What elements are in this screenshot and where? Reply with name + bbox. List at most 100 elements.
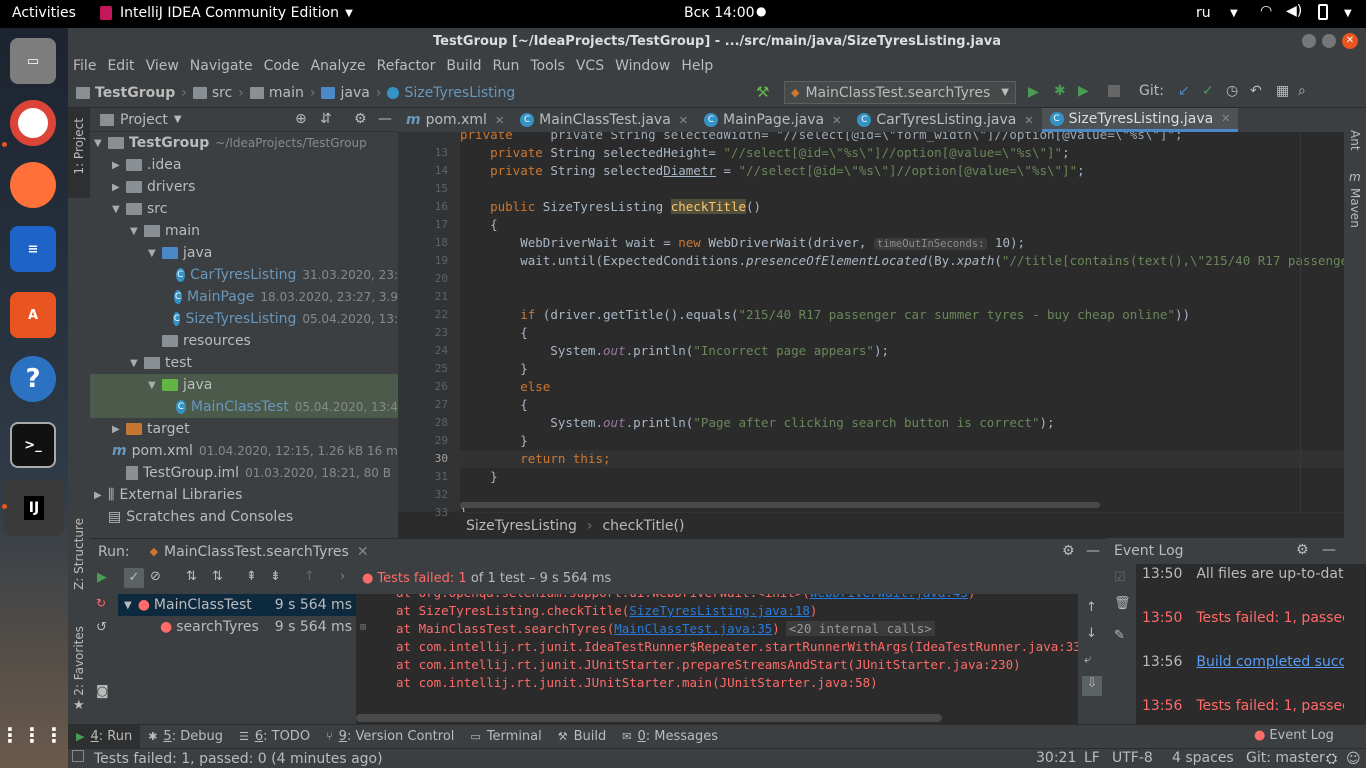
tree-item[interactable]: ▼ main xyxy=(90,220,398,242)
caret-position[interactable]: 30:21 xyxy=(1036,750,1076,766)
help-icon[interactable]: ? xyxy=(10,356,56,402)
git-branch[interactable]: Git: master xyxy=(1246,750,1325,766)
internal-calls-badge[interactable]: <20 internal calls> xyxy=(785,621,935,636)
menu-file[interactable]: File xyxy=(73,58,96,74)
battery-icon[interactable] xyxy=(1318,4,1328,20)
tree-item[interactable]: TestGroup.iml 01.03.2020, 18:21, 80 B xyxy=(90,462,398,484)
run-tab[interactable]: MainClassTest.searchTyres xyxy=(164,544,349,560)
menu-edit[interactable]: Edit xyxy=(107,58,134,74)
camera-icon[interactable]: ◙ xyxy=(96,684,109,699)
close-tab-icon[interactable]: ✕ xyxy=(357,544,369,560)
rerun-icon[interactable]: ▶ xyxy=(97,570,107,585)
chrome-icon[interactable] xyxy=(10,100,56,146)
locate-icon[interactable]: ⊕ xyxy=(295,111,307,127)
tool-window-run[interactable]: ▶ 4: Run xyxy=(68,724,141,749)
breadcrumb-item[interactable]: SizeTyresListing xyxy=(404,85,515,101)
wrench-icon[interactable]: ✎ xyxy=(1114,628,1125,643)
lock-icon[interactable]: ⛭ xyxy=(1326,751,1337,767)
run-config-selector[interactable]: ◆ MainClassTest.searchTyres ▼ xyxy=(784,81,1016,104)
menu-build[interactable]: Build xyxy=(446,58,481,74)
down-icon[interactable]: ↓ xyxy=(1086,626,1097,641)
tool-window-build[interactable]: ⚒ Build xyxy=(550,725,615,749)
collapsed-icon[interactable]: ▶ xyxy=(112,182,126,193)
tree-item[interactable]: m pom.xml 01.04.2020, 12:15, 1.26 kB 16 mi… xyxy=(90,440,398,462)
writer-icon[interactable]: ≡ xyxy=(10,226,56,272)
close-tab-icon[interactable]: ✕ xyxy=(1221,112,1230,125)
status-message[interactable]: Tests failed: 1, passed: 0 (4 minutes ag… xyxy=(94,751,383,767)
menu-window[interactable]: Window xyxy=(615,58,670,74)
test-case-row[interactable]: ● searchTyres 9 s 564 ms xyxy=(118,616,356,638)
console-scrollbar[interactable] xyxy=(356,714,942,722)
scroll-to-end-icon[interactable]: ⇩ xyxy=(1082,676,1102,696)
event-log-button[interactable]: ● Event Log xyxy=(1254,728,1334,743)
tool-window-todo[interactable]: ☰ 6: TODO xyxy=(231,725,318,749)
close-icon[interactable]: ✕ xyxy=(1342,33,1358,49)
collapsed-icon[interactable]: ▶ xyxy=(94,490,108,501)
menu-code[interactable]: Code xyxy=(264,58,300,74)
expand-all-icon[interactable]: ⇞ xyxy=(246,569,257,584)
tree-item[interactable]: ▤ Scratches and Consoles xyxy=(90,506,398,528)
git-commit-icon[interactable]: ✓ xyxy=(1202,83,1214,99)
settings-icon[interactable]: ⚙ xyxy=(354,111,367,127)
soft-wrap-icon[interactable]: ⤶ xyxy=(1084,652,1091,667)
console-output[interactable]: at org.openqa.selenium.support.ui.WebDri… xyxy=(356,594,1078,724)
sort-duration-icon[interactable]: ⇅ xyxy=(212,569,223,584)
editor-tab[interactable]: C MainPage.java ✕ xyxy=(696,108,849,132)
expanded-icon[interactable]: ▼ xyxy=(130,358,144,369)
toggle-auto-test-icon[interactable]: ↺ xyxy=(96,620,107,635)
editor-tab[interactable]: m pom.xml ✕ xyxy=(398,108,512,132)
volume-icon[interactable]: ◀) xyxy=(1286,3,1302,19)
app-grid-icon[interactable]: ⋮⋮⋮ xyxy=(0,712,64,758)
keyboard-layout[interactable]: ru xyxy=(1196,5,1211,21)
indent[interactable]: 4 spaces xyxy=(1172,750,1234,766)
menu-tools[interactable]: Tools xyxy=(530,58,565,74)
tool-window-debug[interactable]: ✱ 5: Debug xyxy=(140,725,231,749)
menu-refactor[interactable]: Refactor xyxy=(377,58,436,74)
menu-analyze[interactable]: Analyze xyxy=(310,58,365,74)
rerun-failed-icon[interactable]: ↻ xyxy=(96,596,106,610)
tool-window-terminal[interactable]: ▭ Terminal xyxy=(462,725,549,749)
tree-item[interactable]: ▶ ⫼ External Libraries xyxy=(90,484,398,506)
breadcrumb-item[interactable]: main xyxy=(269,85,304,101)
expanded-icon[interactable]: ▼ xyxy=(94,138,108,149)
tool-window-messages[interactable]: ✉ 0: Messages xyxy=(614,725,726,749)
tree-item[interactable]: ▼ java xyxy=(90,374,398,396)
coverage-icon[interactable]: ▶ xyxy=(1078,83,1089,99)
project-view-selector[interactable]: Project xyxy=(120,112,168,128)
close-tab-icon[interactable]: ✕ xyxy=(832,114,841,127)
software-center-icon[interactable]: A xyxy=(10,292,56,338)
settings-icon[interactable]: ⚙ xyxy=(1062,543,1075,559)
favorites-tool-button[interactable]: 2: Favorites xyxy=(72,626,86,696)
mark-read-icon[interactable]: ☑ xyxy=(1114,570,1126,585)
tree-item[interactable]: C CarTyresListing 31.03.2020, 23: xyxy=(90,264,398,286)
show-passed-icon[interactable]: ✓ xyxy=(124,568,144,588)
menu-vcs[interactable]: VCS xyxy=(576,58,604,74)
chevron-down-icon[interactable]: ▼ xyxy=(174,114,182,125)
editor-tab[interactable]: C SizeTyresListing.java ✕ xyxy=(1041,108,1239,132)
horizontal-scrollbar[interactable] xyxy=(460,502,1100,508)
fold-icon[interactable]: ⊞ xyxy=(360,622,366,633)
encoding[interactable]: UTF-8 xyxy=(1112,750,1153,766)
project-structure-icon[interactable]: ▦ xyxy=(1276,83,1289,99)
hide-icon[interactable]: — xyxy=(1086,543,1100,559)
intellij-dock-icon[interactable]: IJ xyxy=(4,480,64,536)
event-log-scroll[interactable] xyxy=(1344,564,1366,724)
breadcrumb-item[interactable]: src xyxy=(212,85,232,101)
tree-item[interactable]: ▶ .idea xyxy=(90,154,398,176)
system-menu-chevron-icon[interactable]: ▼ xyxy=(1344,8,1352,19)
line-separator[interactable]: LF xyxy=(1084,750,1100,766)
breadcrumb-method[interactable]: checkTitle() xyxy=(602,518,684,534)
menu-view[interactable]: View xyxy=(146,58,179,74)
git-update-icon[interactable]: ↙ xyxy=(1178,83,1190,99)
collapsed-icon[interactable]: ▶ xyxy=(112,160,126,171)
more-icon[interactable]: › xyxy=(340,569,345,584)
tree-item[interactable]: ▼ TestGroup ~/IdeaProjects/TestGroup xyxy=(90,132,398,154)
history-icon[interactable]: ◷ xyxy=(1226,83,1238,99)
sort-alpha-icon[interactable]: ⇅ xyxy=(186,569,197,584)
ant-tool-button[interactable]: Ant xyxy=(1348,130,1362,151)
rollback-icon[interactable]: ↶ xyxy=(1250,83,1262,99)
show-ignored-icon[interactable]: ⊘ xyxy=(150,569,161,584)
search-everywhere-icon[interactable]: ⌕ xyxy=(1298,83,1306,99)
files-icon[interactable]: ▭ xyxy=(10,38,56,84)
menu-run[interactable]: Run xyxy=(493,58,520,74)
